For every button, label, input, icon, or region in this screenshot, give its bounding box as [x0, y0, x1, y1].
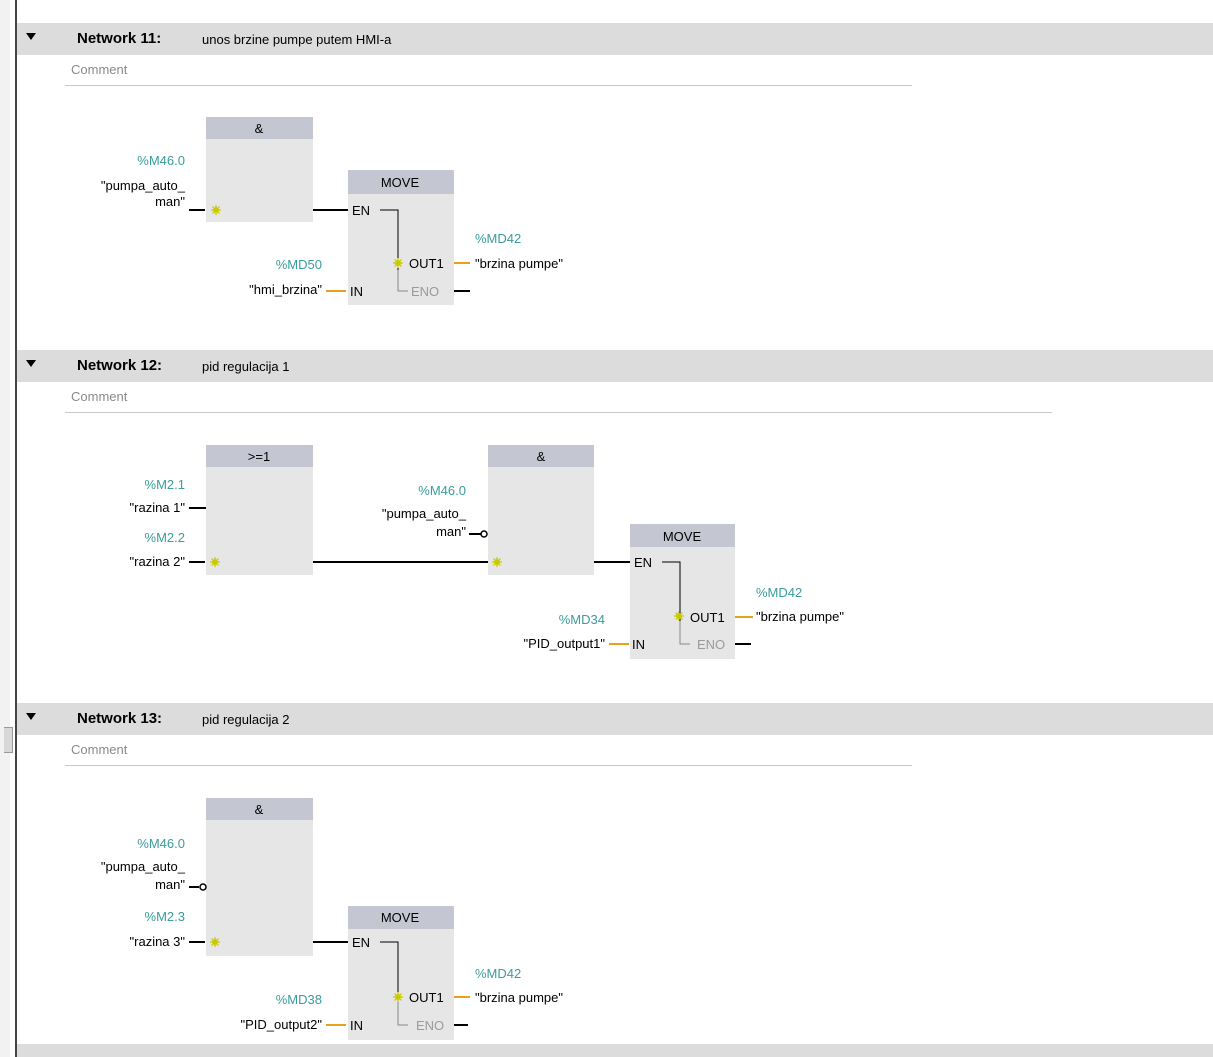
and-block-title: &	[255, 121, 264, 136]
and-input-tag-line1: "pumpa_auto_	[101, 178, 186, 193]
move-out-tag: "brzina pumpe"	[756, 609, 844, 624]
and-input2-tag: "razina 3"	[130, 934, 186, 949]
and-input-tag-line2: man"	[155, 194, 185, 209]
ladder-diagram: & %M46.0 "pumpa_auto_ man" MOVE EN OUT1 …	[101, 117, 844, 1040]
and-block-title: &	[537, 449, 546, 464]
or-input1-address: %M2.1	[145, 477, 185, 492]
move-out-address: %MD42	[475, 966, 521, 981]
and-block-title: &	[255, 802, 264, 817]
network-11-logic: & %M46.0 "pumpa_auto_ man" MOVE EN OUT1 …	[101, 117, 563, 305]
and-input-pin-icon	[210, 204, 222, 216]
negation-circle-icon	[199, 883, 207, 891]
move-en-pin: EN	[352, 935, 370, 950]
move-in-tag: "PID_output2"	[240, 1017, 322, 1032]
out1-pin-icon	[392, 991, 404, 1003]
and-input1-tag-line1: "pumpa_auto_	[382, 506, 467, 521]
move-en-pin: EN	[634, 555, 652, 570]
move-block-title: MOVE	[381, 175, 420, 190]
move-eno-pin: ENO	[416, 1018, 444, 1033]
move-out-address: %MD42	[756, 585, 802, 600]
and-input1-tag-line2: man"	[155, 877, 185, 892]
or-input2-address: %M2.2	[145, 530, 185, 545]
out1-pin-icon	[673, 610, 685, 622]
or-block[interactable]: >=1	[206, 445, 313, 575]
move-in-pin: IN	[350, 1018, 363, 1033]
move-eno-pin: ENO	[411, 284, 439, 299]
and-input1-address: %M46.0	[418, 483, 466, 498]
move-in-address: %MD38	[276, 992, 322, 1007]
move-out1-pin: OUT1	[409, 256, 444, 271]
move-out-tag: "brzina pumpe"	[475, 256, 563, 271]
out1-pin-icon	[392, 257, 404, 269]
move-en-pin: EN	[352, 203, 370, 218]
move-in-pin: IN	[632, 637, 645, 652]
and-input2-address: %M2.3	[145, 909, 185, 924]
and-input1-tag-line2: man"	[436, 524, 466, 539]
negation-circle-icon	[480, 530, 488, 538]
move-block-title: MOVE	[381, 910, 420, 925]
move-out-address: %MD42	[475, 231, 521, 246]
and-block[interactable]: &	[206, 117, 313, 222]
move-out1-pin: OUT1	[409, 990, 444, 1005]
move-eno-pin: ENO	[697, 637, 725, 652]
or-input2-tag: "razina 2"	[130, 554, 186, 569]
and-input2-pin-icon	[209, 936, 221, 948]
and-input2-pin-icon	[491, 556, 503, 568]
or-block-title: >=1	[248, 449, 270, 464]
and-block[interactable]: &	[488, 445, 594, 575]
or-input2-pin-icon	[209, 556, 221, 568]
and-input1-tag-line1: "pumpa_auto_	[101, 859, 186, 874]
or-input1-tag: "razina 1"	[130, 500, 186, 515]
and-input1-address: %M46.0	[137, 836, 185, 851]
and-block[interactable]: &	[206, 798, 313, 956]
move-in-address: %MD50	[276, 257, 322, 272]
and-input-address: %M46.0	[137, 153, 185, 168]
move-block-title: MOVE	[663, 529, 702, 544]
move-in-tag: "PID_output1"	[523, 636, 605, 651]
move-out-tag: "brzina pumpe"	[475, 990, 563, 1005]
network-12-logic: >=1 %M2.1 "razina 1" %M2.2 "razina 2" & …	[130, 445, 844, 659]
move-in-tag: "hmi_brzina"	[249, 282, 322, 297]
move-in-pin: IN	[350, 284, 363, 299]
network-13-logic: & %M46.0 "pumpa_auto_ man" %M2.3 "razina…	[101, 798, 563, 1040]
move-out1-pin: OUT1	[690, 610, 725, 625]
move-in-address: %MD34	[559, 612, 605, 627]
